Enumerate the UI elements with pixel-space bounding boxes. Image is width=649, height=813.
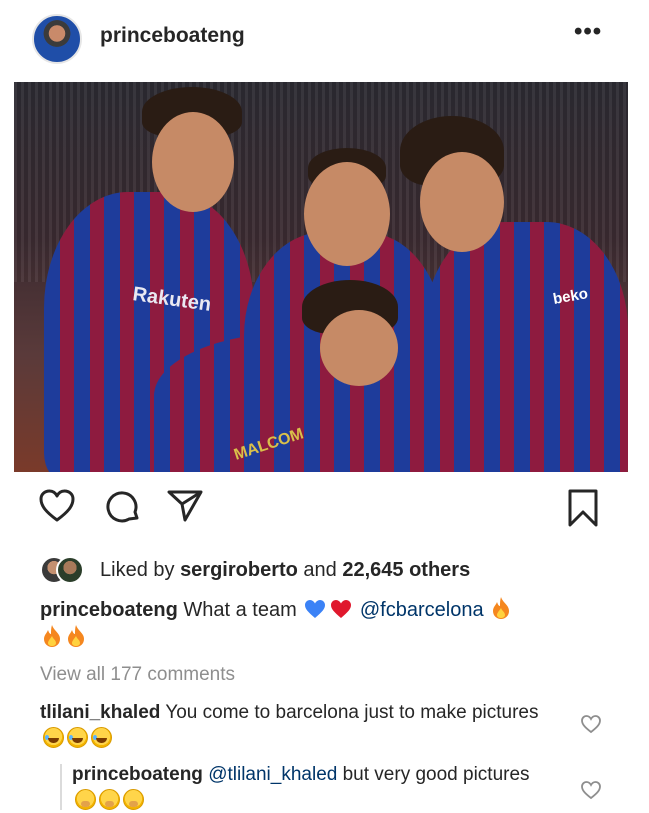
- likes-prefix: Liked by: [100, 559, 181, 581]
- likes-row: Liked by sergiroberto and 22,645 others: [40, 556, 620, 586]
- jersey-text-overlay: Rakuten beko MALCOM: [131, 283, 589, 464]
- fire-emoji-icon: [44, 625, 60, 647]
- post-photo[interactable]: Rakuten beko MALCOM: [14, 82, 628, 472]
- share-icon[interactable]: [166, 488, 204, 524]
- comment-text: You come to barcelona just to make pictu…: [165, 702, 539, 723]
- comment-reply: princeboateng @tlilani_khaled but very g…: [72, 761, 552, 813]
- reply-thread-line: [60, 764, 62, 810]
- likes-count[interactable]: 22,645 others: [342, 559, 470, 581]
- comment-icon[interactable]: [104, 488, 142, 526]
- comment: tlilani_khaled You come to barcelona jus…: [40, 699, 540, 753]
- comment-username[interactable]: tlilani_khaled: [40, 702, 160, 723]
- shushing-emoji-icon: [99, 789, 120, 810]
- fire-emoji-icon: [493, 597, 510, 619]
- sleeve-sponsor-text: beko: [552, 285, 589, 308]
- comment-username[interactable]: princeboateng: [72, 764, 203, 785]
- caption: princeboateng What a team @fcbarcelona: [40, 596, 620, 652]
- more-icon[interactable]: •••: [574, 20, 602, 44]
- laughing-emoji-icon: [67, 727, 88, 748]
- shushing-emoji-icon: [75, 789, 96, 810]
- comment-text: but very good pictures: [342, 764, 530, 785]
- blue-heart-emoji-icon: [305, 600, 326, 618]
- caption-text: What a team: [183, 599, 297, 621]
- laughing-emoji-icon: [91, 727, 112, 748]
- action-bar: [0, 488, 649, 538]
- red-heart-emoji-icon: [331, 600, 352, 618]
- view-all-comments-link[interactable]: View all 177 comments: [40, 664, 235, 686]
- avatar[interactable]: [32, 14, 82, 64]
- post-username[interactable]: princeboateng: [100, 24, 245, 48]
- back-name-text: MALCOM: [232, 425, 306, 463]
- heart-icon[interactable]: [38, 488, 76, 524]
- post-header: princeboateng •••: [0, 0, 649, 80]
- fire-emoji-icon: [68, 625, 84, 647]
- bookmark-icon[interactable]: [566, 488, 600, 528]
- caption-mention[interactable]: @fcbarcelona: [360, 599, 484, 621]
- liker-username[interactable]: sergiroberto: [180, 559, 298, 581]
- liker-avatars[interactable]: [40, 556, 96, 584]
- shushing-emoji-icon: [123, 789, 144, 810]
- likes-summary[interactable]: Liked by sergiroberto and 22,645 others: [100, 559, 470, 582]
- comment-like-heart-icon[interactable]: [580, 714, 602, 734]
- liker-avatar: [56, 556, 84, 584]
- laughing-emoji-icon: [43, 727, 64, 748]
- jersey-sponsor-text: Rakuten: [131, 283, 212, 316]
- comment-like-heart-icon[interactable]: [580, 780, 602, 800]
- likes-middle: and: [297, 559, 343, 581]
- comment-mention[interactable]: @tlilani_khaled: [208, 764, 337, 785]
- caption-username[interactable]: princeboateng: [40, 599, 178, 621]
